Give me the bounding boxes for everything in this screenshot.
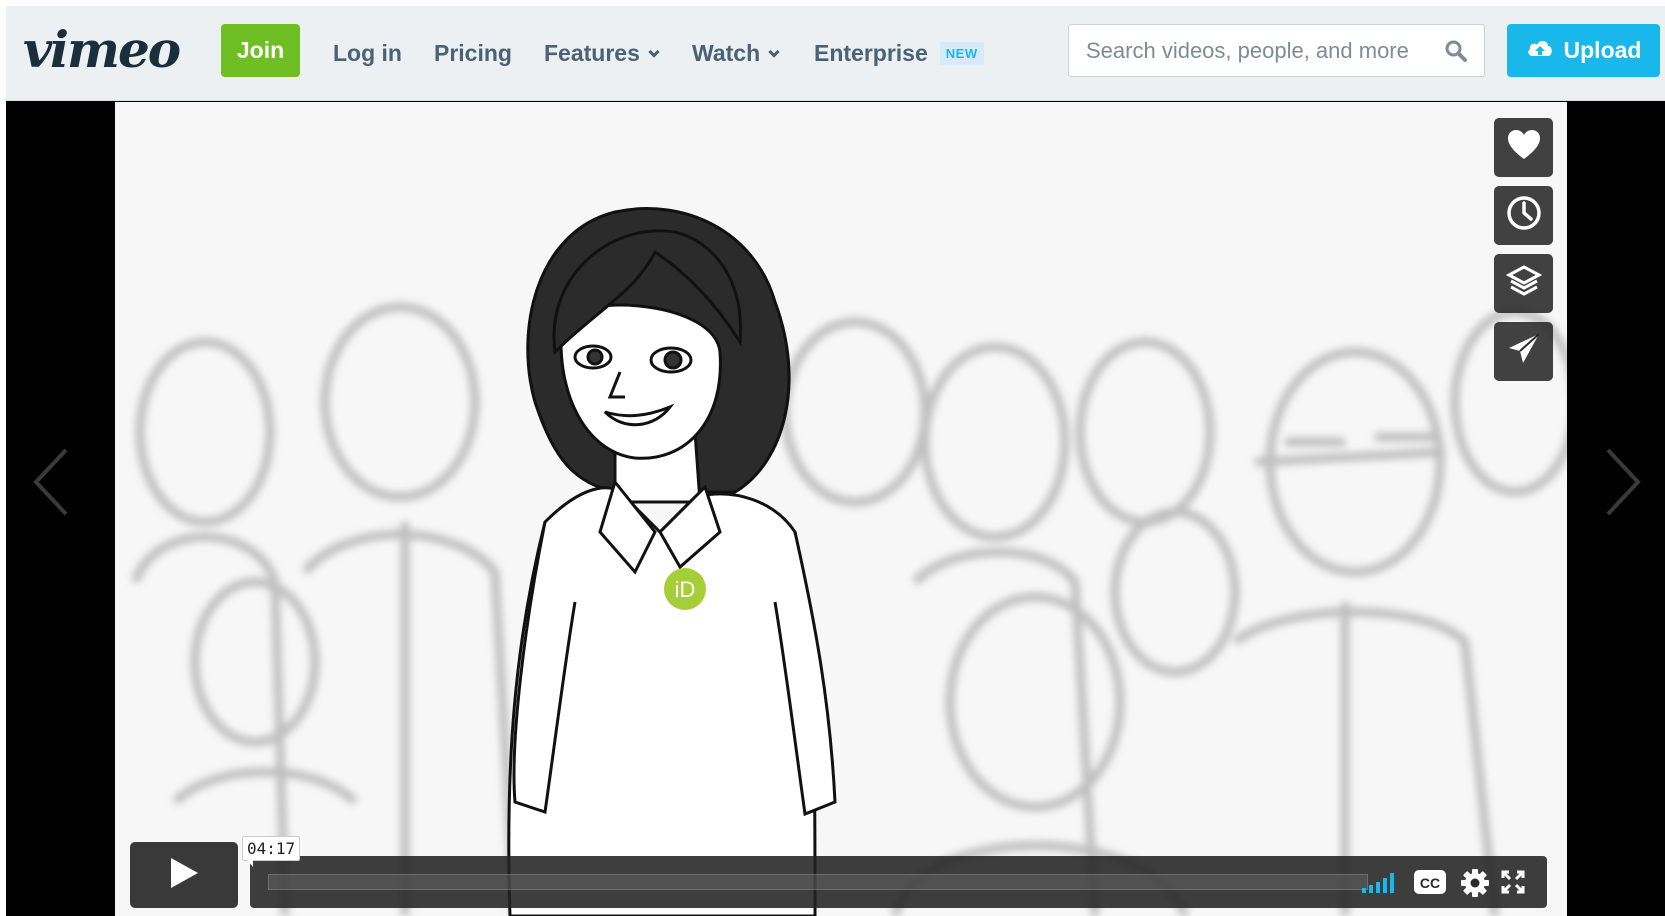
nav-login-label: Log in bbox=[333, 40, 402, 66]
progress-bar[interactable] bbox=[268, 874, 1368, 890]
play-button[interactable] bbox=[130, 842, 238, 908]
nav-pricing-label: Pricing bbox=[434, 40, 512, 66]
video-illustration: iD bbox=[115, 102, 1567, 916]
upload-label: Upload bbox=[1563, 37, 1642, 63]
chevron-down-icon bbox=[768, 45, 780, 58]
video-frame[interactable]: iD bbox=[115, 102, 1567, 916]
nav-watch-menu[interactable]: Watch bbox=[692, 40, 780, 67]
svg-text:CC: CC bbox=[1420, 875, 1440, 891]
chevron-down-icon bbox=[648, 45, 660, 58]
cc-icon[interactable]: CC bbox=[1413, 868, 1447, 901]
volume-bars-icon[interactable] bbox=[1360, 870, 1400, 899]
layers-icon bbox=[1505, 263, 1542, 304]
clock-icon bbox=[1506, 195, 1542, 236]
time-tooltip: 04:17 bbox=[242, 836, 301, 867]
fullscreen-icon[interactable] bbox=[1500, 869, 1526, 900]
nav-enterprise-link[interactable]: Enterprise NEW bbox=[814, 40, 984, 67]
gear-icon[interactable] bbox=[1460, 868, 1490, 903]
heart-icon bbox=[1506, 129, 1542, 166]
nav-enterprise-label: Enterprise bbox=[814, 40, 928, 66]
nav-pricing-link[interactable]: Pricing bbox=[434, 40, 512, 67]
page-frame: vimeo Join Log in Pricing Features Watch… bbox=[6, 6, 1665, 916]
video-player: iD CC 04:17 bbox=[6, 102, 1665, 916]
cloud-upload-icon bbox=[1526, 37, 1554, 65]
nav-features-label: Features bbox=[544, 40, 640, 66]
collections-button[interactable] bbox=[1494, 254, 1553, 313]
search-box bbox=[1068, 24, 1485, 77]
search-icon[interactable] bbox=[1444, 39, 1468, 68]
nav-login-link[interactable]: Log in bbox=[333, 40, 402, 67]
play-icon bbox=[167, 855, 201, 896]
orcid-badge-text: iD bbox=[675, 577, 696, 602]
player-controls: CC 04:17 bbox=[130, 836, 1555, 912]
watch-later-button[interactable] bbox=[1494, 186, 1553, 245]
next-arrow-icon[interactable] bbox=[1596, 442, 1646, 522]
upload-button[interactable]: Upload bbox=[1507, 24, 1660, 77]
like-button[interactable] bbox=[1494, 118, 1553, 177]
new-badge: NEW bbox=[939, 42, 984, 65]
join-button[interactable]: Join bbox=[221, 24, 300, 77]
vimeo-logo[interactable]: vimeo bbox=[23, 20, 181, 79]
top-nav-bar: vimeo Join Log in Pricing Features Watch… bbox=[6, 6, 1665, 101]
share-button[interactable] bbox=[1494, 322, 1553, 381]
paper-plane-icon bbox=[1506, 331, 1542, 372]
control-bar: CC bbox=[250, 856, 1547, 908]
nav-features-menu[interactable]: Features bbox=[544, 40, 660, 67]
previous-arrow-icon[interactable] bbox=[28, 442, 78, 522]
search-input[interactable] bbox=[1086, 30, 1446, 71]
nav-watch-label: Watch bbox=[692, 40, 761, 66]
